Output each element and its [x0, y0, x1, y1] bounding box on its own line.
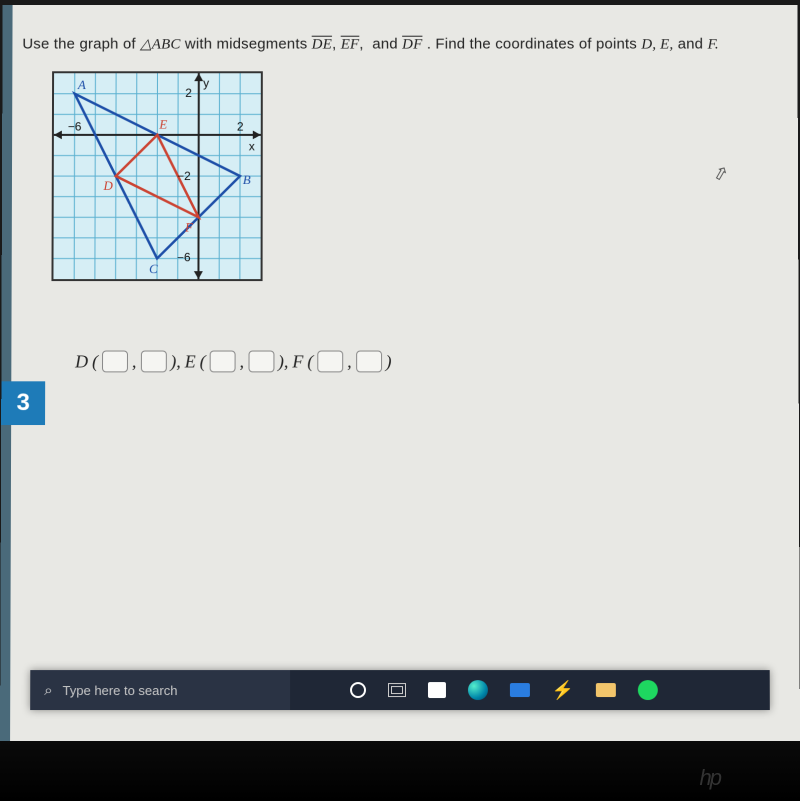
label-c: C: [149, 261, 158, 276]
y-arrow: [194, 73, 203, 81]
input-d-y[interactable]: [140, 351, 166, 373]
grid-lines: [53, 73, 260, 279]
hp-logo: hp: [700, 765, 720, 791]
spotify-icon[interactable]: [638, 680, 658, 700]
q-mid: with midsegments: [185, 36, 312, 53]
task-view-icon[interactable]: [388, 683, 406, 697]
q-points: D, E,: [641, 37, 673, 53]
graph-container: A B C D E F y x 2 2 −6 −2 −6: [51, 71, 778, 281]
x-arrow-left: [54, 131, 62, 140]
axis-label-y: y: [203, 76, 209, 90]
axis-label-x: x: [249, 139, 255, 153]
x-arrow: [253, 131, 261, 140]
tick-neg2y: −2: [177, 169, 191, 183]
input-f-x[interactable]: [317, 351, 343, 373]
answer-row: D( , ), E( , ), F( , ): [75, 351, 779, 373]
ans-label-e: E: [185, 351, 196, 372]
windows-taskbar[interactable]: ⌕ Type here to search ⚡: [30, 670, 770, 710]
tick-neg6y: −6: [177, 250, 191, 264]
y-arrow-down: [194, 271, 203, 279]
mail-icon[interactable]: [510, 683, 530, 697]
tick-2x: 2: [237, 120, 244, 134]
label-f: F: [184, 220, 194, 235]
seg-df: DF: [402, 37, 422, 53]
document-page: Use the graph of △ABC with midsegments D…: [0, 5, 800, 760]
ans-label-f: F: [292, 351, 303, 372]
comma-d: ,: [132, 351, 137, 372]
question-number-badge: 3: [1, 381, 45, 425]
search-placeholder: Type here to search: [63, 683, 178, 698]
laptop-bezel: hp: [0, 741, 800, 801]
q-lastpoint: F.: [707, 37, 718, 53]
badge-text: 3: [16, 389, 29, 417]
label-a: A: [77, 77, 86, 92]
store-icon[interactable]: [428, 682, 446, 698]
seg-de: DE: [312, 37, 332, 53]
q-and: and: [678, 36, 708, 53]
file-explorer-icon[interactable]: [596, 683, 616, 697]
comma-f: ,: [347, 351, 351, 372]
tick-2y: 2: [185, 86, 192, 100]
cortana-icon[interactable]: [350, 682, 366, 698]
question-text: Use the graph of △ABC with midsegments D…: [22, 35, 777, 54]
seg-ef: EF: [341, 37, 360, 53]
coordinate-graph: A B C D E F y x 2 2 −6 −2 −6: [51, 71, 262, 281]
power-icon[interactable]: ⚡: [552, 679, 574, 701]
comma-e: ,: [240, 351, 245, 372]
ans-label-d: D: [75, 351, 88, 372]
input-e-x[interactable]: [210, 351, 236, 373]
input-d-x[interactable]: [102, 351, 128, 373]
label-b: B: [243, 172, 251, 187]
edge-icon[interactable]: [468, 680, 488, 700]
taskbar-icons: ⚡: [350, 679, 658, 701]
q-suffix: . Find the coordinates of points: [427, 36, 642, 53]
label-d: D: [102, 178, 113, 193]
input-f-y[interactable]: [356, 351, 382, 373]
taskbar-search[interactable]: ⌕ Type here to search: [30, 670, 290, 710]
q-triangle: △ABC: [140, 37, 180, 53]
tick-neg6x: −6: [68, 120, 82, 134]
graph-svg: A B C D E F y x 2 2 −6 −2 −6: [53, 73, 260, 279]
label-e: E: [158, 117, 167, 132]
input-e-y[interactable]: [248, 351, 274, 373]
q-prefix: Use the graph of: [22, 36, 140, 53]
search-icon: ⌕: [44, 682, 52, 699]
